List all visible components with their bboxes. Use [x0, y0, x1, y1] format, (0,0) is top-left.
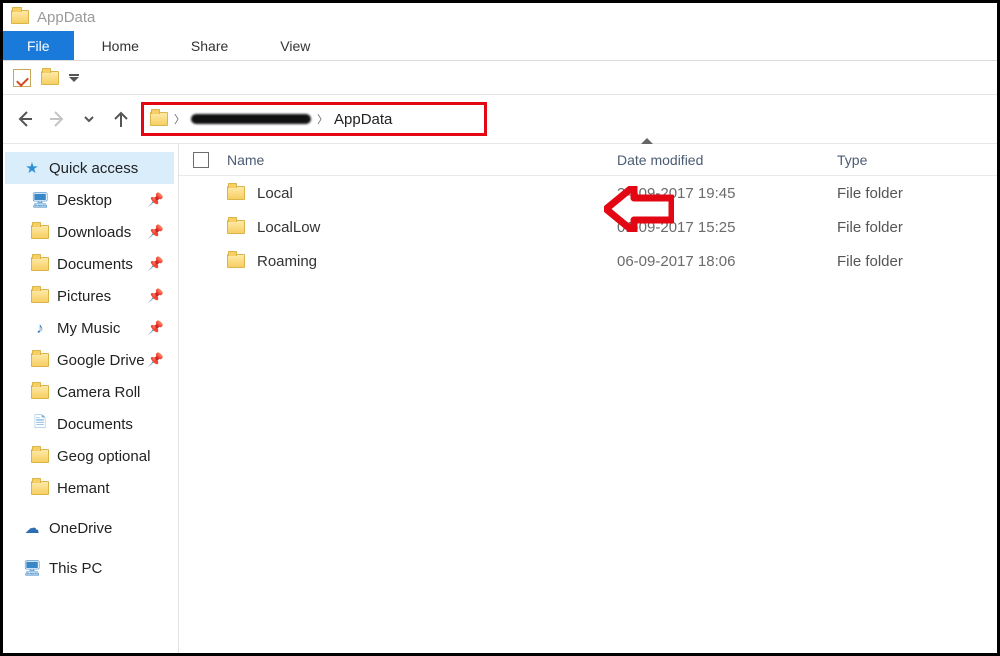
star-icon: ★ [23, 159, 41, 177]
nav-row: 〉 〉 AppData [3, 95, 997, 143]
sidebar-item-downloads[interactable]: Downloads 📌 [5, 216, 174, 248]
file-type: File folder [837, 185, 997, 202]
folder-icon [11, 10, 29, 24]
select-all-checkbox[interactable] [193, 152, 209, 168]
customize-qat-icon[interactable] [69, 74, 79, 82]
folder-icon [227, 220, 245, 234]
sidebar-label: Pictures [57, 288, 111, 305]
nav-forward-button[interactable] [45, 107, 69, 131]
file-name: LocalLow [257, 219, 617, 236]
documents-icon: 🗎 [31, 415, 49, 433]
file-date: 01-09-2017 15:25 [617, 219, 837, 236]
nav-sidebar: ★ Quick access 🖥 Desktop 📌 Downloads 📌 D… [3, 144, 179, 653]
sidebar-label: Google Drive [57, 352, 145, 369]
sidebar-item-documents[interactable]: Documents 📌 [5, 248, 174, 280]
folder-icon [227, 254, 245, 268]
tab-home[interactable]: Home [78, 31, 163, 60]
pin-icon: 📌 [148, 320, 164, 336]
pin-icon: 📌 [148, 224, 164, 240]
nav-up-button[interactable] [109, 107, 133, 131]
new-folder-icon[interactable] [41, 71, 59, 85]
folder-icon [31, 353, 49, 367]
sidebar-label: Downloads [57, 224, 131, 241]
sidebar-label: Documents [57, 416, 133, 433]
folder-icon [31, 449, 49, 463]
file-list: Name Date modified Type Local 24-09-2017… [179, 144, 997, 653]
file-name: Local [257, 185, 617, 202]
tab-file[interactable]: File [3, 31, 74, 60]
chevron-right-icon: 〉 [174, 111, 185, 127]
sidebar-item-pictures[interactable]: Pictures 📌 [5, 280, 174, 312]
addr-folder-icon [150, 112, 168, 126]
folder-icon [31, 257, 49, 271]
sidebar-label: Hemant [57, 480, 110, 497]
file-type: File folder [837, 253, 997, 270]
sidebar-this-pc[interactable]: 🖥 This PC [5, 552, 174, 584]
pin-icon: 📌 [148, 288, 164, 304]
column-type[interactable]: Type [837, 152, 977, 168]
folder-icon [31, 385, 49, 399]
sidebar-quick-access[interactable]: ★ Quick access [5, 152, 174, 184]
pin-icon: 📌 [148, 256, 164, 272]
nav-recent-dropdown[interactable] [77, 107, 101, 131]
sidebar-label: My Music [57, 320, 120, 337]
sidebar-item-my-music[interactable]: ♪ My Music 📌 [5, 312, 174, 344]
addr-redacted-segment [191, 114, 311, 124]
file-row[interactable]: Local 24-09-2017 19:45 File folder [179, 176, 997, 210]
column-headers: Name Date modified Type [179, 144, 997, 176]
file-date: 24-09-2017 19:45 [617, 185, 837, 202]
file-name: Roaming [257, 253, 617, 270]
addr-current-folder[interactable]: AppData [334, 111, 392, 128]
sidebar-label: Camera Roll [57, 384, 140, 401]
sidebar-onedrive[interactable]: ☁ OneDrive [5, 512, 174, 544]
onedrive-icon: ☁ [23, 519, 41, 537]
sidebar-item-camera-roll[interactable]: Camera Roll [5, 376, 174, 408]
window-titlebar: AppData [3, 3, 997, 31]
sidebar-label: Desktop [57, 192, 112, 209]
pin-icon: 📌 [148, 192, 164, 208]
folder-icon [227, 186, 245, 200]
pin-icon: 📌 [148, 352, 164, 368]
sidebar-item-google-drive[interactable]: Google Drive 📌 [5, 344, 174, 376]
music-icon: ♪ [31, 319, 49, 337]
chevron-right-icon: 〉 [317, 111, 328, 127]
file-date: 06-09-2017 18:06 [617, 253, 837, 270]
file-row[interactable]: LocalLow 01-09-2017 15:25 File folder [179, 210, 997, 244]
file-type: File folder [837, 219, 997, 236]
nav-back-button[interactable] [13, 107, 37, 131]
desktop-icon: 🖥 [31, 191, 49, 209]
sidebar-label: Geog optional [57, 448, 150, 465]
sidebar-item-geog-optional[interactable]: Geog optional [5, 440, 174, 472]
sort-ascending-icon [641, 138, 653, 144]
properties-icon[interactable] [13, 69, 31, 87]
pc-icon: 🖥 [23, 559, 41, 577]
column-name[interactable]: Name [227, 152, 617, 168]
ribbon-tabs: File Home Share View [3, 31, 997, 61]
address-bar[interactable]: 〉 〉 AppData [141, 102, 487, 136]
sidebar-label: Documents [57, 256, 133, 273]
folder-icon [31, 225, 49, 239]
column-date[interactable]: Date modified [617, 152, 837, 168]
tab-share[interactable]: Share [167, 31, 252, 60]
sidebar-item-desktop[interactable]: 🖥 Desktop 📌 [5, 184, 174, 216]
quick-access-toolbar [3, 61, 997, 95]
sidebar-item-documents-2[interactable]: 🗎 Documents [5, 408, 174, 440]
window-title: AppData [37, 9, 95, 26]
sidebar-label: Quick access [49, 160, 138, 177]
folder-icon [31, 481, 49, 495]
tab-view[interactable]: View [256, 31, 334, 60]
sidebar-label: OneDrive [49, 520, 112, 537]
sidebar-item-hemant[interactable]: Hemant [5, 472, 174, 504]
file-row[interactable]: Roaming 06-09-2017 18:06 File folder [179, 244, 997, 278]
folder-icon [31, 289, 49, 303]
sidebar-label: This PC [49, 560, 102, 577]
